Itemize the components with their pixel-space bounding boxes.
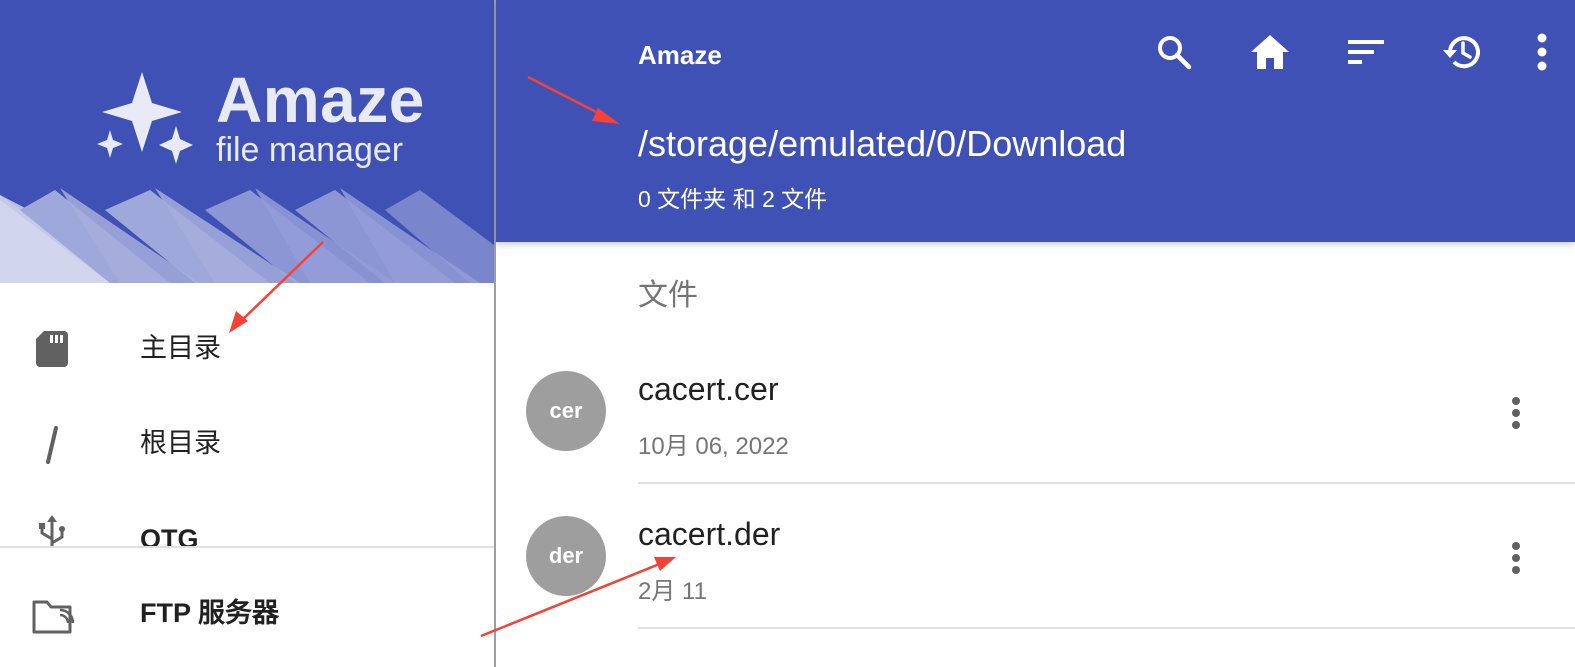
file-row[interactable]: cer cacert.cer 10月 06, 2022 <box>496 371 1575 516</box>
search-button[interactable] <box>1150 28 1198 76</box>
nav-item-otg[interactable]: OTG <box>0 495 494 546</box>
drawer-divider <box>0 546 494 548</box>
nav-item-ftp-server[interactable]: FTP 服务器 <box>0 572 494 652</box>
home-icon <box>1251 35 1289 69</box>
overflow-menu-button[interactable] <box>1522 28 1562 76</box>
nav-item-root[interactable]: 根目录 <box>0 400 494 480</box>
drawer-header: Amaze file manager <box>0 0 494 283</box>
list-divider <box>638 627 1575 629</box>
more-vert-icon <box>1512 397 1520 429</box>
file-name: cacert.der <box>638 516 781 552</box>
section-header-files: 文件 <box>638 279 698 312</box>
file-options-button[interactable] <box>1496 389 1536 437</box>
sd-card-icon <box>36 331 68 367</box>
nav-label-ftp: FTP 服务器 <box>140 598 280 628</box>
slash-icon <box>46 426 58 464</box>
home-button[interactable] <box>1246 28 1294 76</box>
current-path[interactable]: /storage/emulated/0/Download <box>638 123 1126 165</box>
file-date: 10月 06, 2022 <box>638 433 789 460</box>
logo-subtitle: file manager <box>216 131 404 169</box>
folder-file-count: 0 文件夹 和 2 文件 <box>638 186 828 212</box>
file-type-avatar: cer <box>526 371 606 451</box>
file-options-button[interactable] <box>1496 534 1536 582</box>
list-divider <box>638 482 1575 484</box>
nav-label-home: 主目录 <box>140 333 221 363</box>
app-bar: Amaze /storage/emulated/0/Download 0 文件夹… <box>496 0 1575 242</box>
file-name: cacert.cer <box>638 371 779 407</box>
ftp-folder-icon <box>32 600 74 634</box>
file-type-avatar: der <box>526 516 606 596</box>
more-vert-icon <box>1537 33 1547 71</box>
more-vert-icon <box>1512 542 1520 574</box>
sort-button[interactable] <box>1342 28 1390 76</box>
usb-icon <box>39 515 65 546</box>
nav-item-home[interactable]: 主目录 <box>0 305 494 385</box>
search-icon <box>1158 36 1192 70</box>
file-date: 2月 11 <box>638 578 707 605</box>
navigation-drawer: Amaze file manager 主目录 根目录 OTG FTP 服务器 <box>0 0 494 667</box>
logo-title: Amaze <box>216 64 425 136</box>
history-button[interactable] <box>1438 28 1486 76</box>
sort-icon <box>1348 40 1384 64</box>
nav-label-otg: OTG <box>140 524 199 547</box>
history-icon <box>1443 36 1480 69</box>
amaze-logo-icon <box>97 72 193 164</box>
app-title: Amaze <box>638 40 722 70</box>
nav-label-root: 根目录 <box>140 428 221 458</box>
file-row[interactable]: der cacert.der 2月 11 <box>496 516 1575 661</box>
